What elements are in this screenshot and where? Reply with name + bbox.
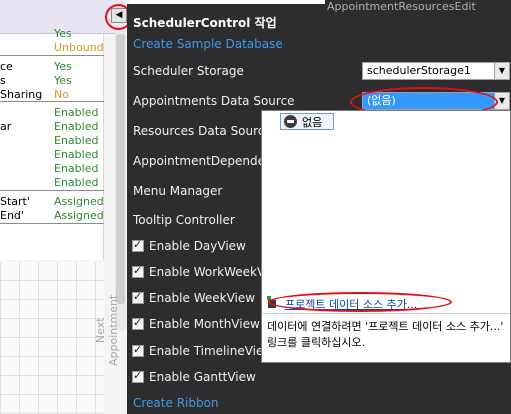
enable-weekview-label: Enable WeekView (149, 291, 256, 305)
property-row: Start' Assigned (0, 195, 104, 209)
create-sample-database-link[interactable]: Create Sample Database (133, 37, 283, 51)
property-key: s (0, 74, 6, 87)
create-ribbon-link[interactable]: Create Ribbon (133, 396, 219, 410)
scheduler-storage-label: Scheduler Storage (133, 64, 244, 78)
property-key: ce (0, 60, 13, 73)
background-tree-item: AppointmentResourcesEdit (325, 0, 511, 14)
enable-dayview-label: Enable DayView (149, 239, 246, 253)
highlight-add-data-source (268, 292, 452, 312)
scheduler-storage-value: schedulerStorage1 (367, 64, 471, 77)
property-separator (0, 55, 104, 56)
property-row: Enabled (0, 134, 104, 148)
property-value: Yes (54, 74, 72, 87)
none-option-label: 없음 (302, 116, 323, 129)
property-key: Start' (0, 195, 30, 208)
property-value: Unbound (54, 41, 104, 54)
resources-data-source-label: Resources Data Source (133, 124, 272, 138)
tooltip-controller-label: Tooltip Controller (133, 213, 235, 227)
chevron-down-icon[interactable]: ▼ (494, 63, 509, 79)
property-separator (0, 223, 104, 224)
popup-help-text: 데이터에 연결하려면 '프로젝트 데이터 소스 추가...' 링크를 클릭하십시… (267, 320, 504, 349)
property-row: Enabled (0, 106, 104, 120)
property-value: Enabled (54, 134, 99, 147)
next-appointment-label: Next Appointment (94, 294, 120, 366)
property-value: Assigned (54, 209, 104, 222)
property-row: Sharing No (0, 88, 104, 102)
property-row: End' Assigned (0, 209, 104, 223)
appointments-data-source-label: Appointments Data Source (133, 94, 295, 108)
property-value: Yes (54, 60, 72, 73)
enable-dayview-checkbox[interactable] (132, 238, 144, 252)
property-row: Enabled (0, 162, 104, 176)
property-value: Enabled (54, 106, 99, 119)
property-row: Yes (0, 27, 104, 41)
property-row: s Yes (0, 74, 104, 88)
property-value: Enabled (54, 162, 99, 175)
property-value: No (54, 88, 69, 101)
property-key: End' (0, 209, 24, 222)
menu-manager-label: Menu Manager (133, 184, 223, 198)
enable-workweekview-checkbox[interactable] (132, 264, 144, 278)
property-separator (0, 190, 104, 191)
enable-ganttview-label: Enable GanttView (149, 370, 256, 384)
enable-ganttview-checkbox[interactable] (132, 369, 144, 383)
panel-title: SchedulerControl 작업 (133, 16, 277, 30)
property-key: ar (0, 120, 12, 133)
property-value: Yes (54, 27, 72, 40)
none-circle-icon (284, 115, 297, 128)
property-row: ce Yes (0, 60, 104, 74)
property-row: ar Enabled (0, 120, 104, 134)
property-value: Enabled (54, 148, 99, 161)
property-value: Enabled (54, 120, 99, 133)
enable-timelineview-label: Enable TimelineView (149, 344, 274, 358)
scheduler-storage-combo[interactable]: schedulerStorage1 ▼ (362, 62, 510, 80)
enable-monthview-checkbox[interactable] (132, 316, 144, 330)
property-value: Assigned (54, 195, 104, 208)
enable-weekview-checkbox[interactable] (132, 290, 144, 304)
popup-divider (263, 313, 509, 314)
enable-timelineview-checkbox[interactable] (132, 343, 144, 357)
scheduler-grid (0, 262, 104, 414)
enable-monthview-label: Enable MonthView (149, 317, 260, 331)
property-row: Enabled (0, 148, 104, 162)
property-summary-list: Yes Unbound ce Yes s Yes Sharing No Enabled ar En… (0, 27, 104, 260)
property-row: Enabled (0, 176, 104, 190)
property-key: Sharing (0, 88, 43, 101)
scrollbar-thumb[interactable] (116, 34, 125, 304)
property-value: Enabled (54, 176, 99, 189)
property-row: Unbound (0, 41, 104, 55)
